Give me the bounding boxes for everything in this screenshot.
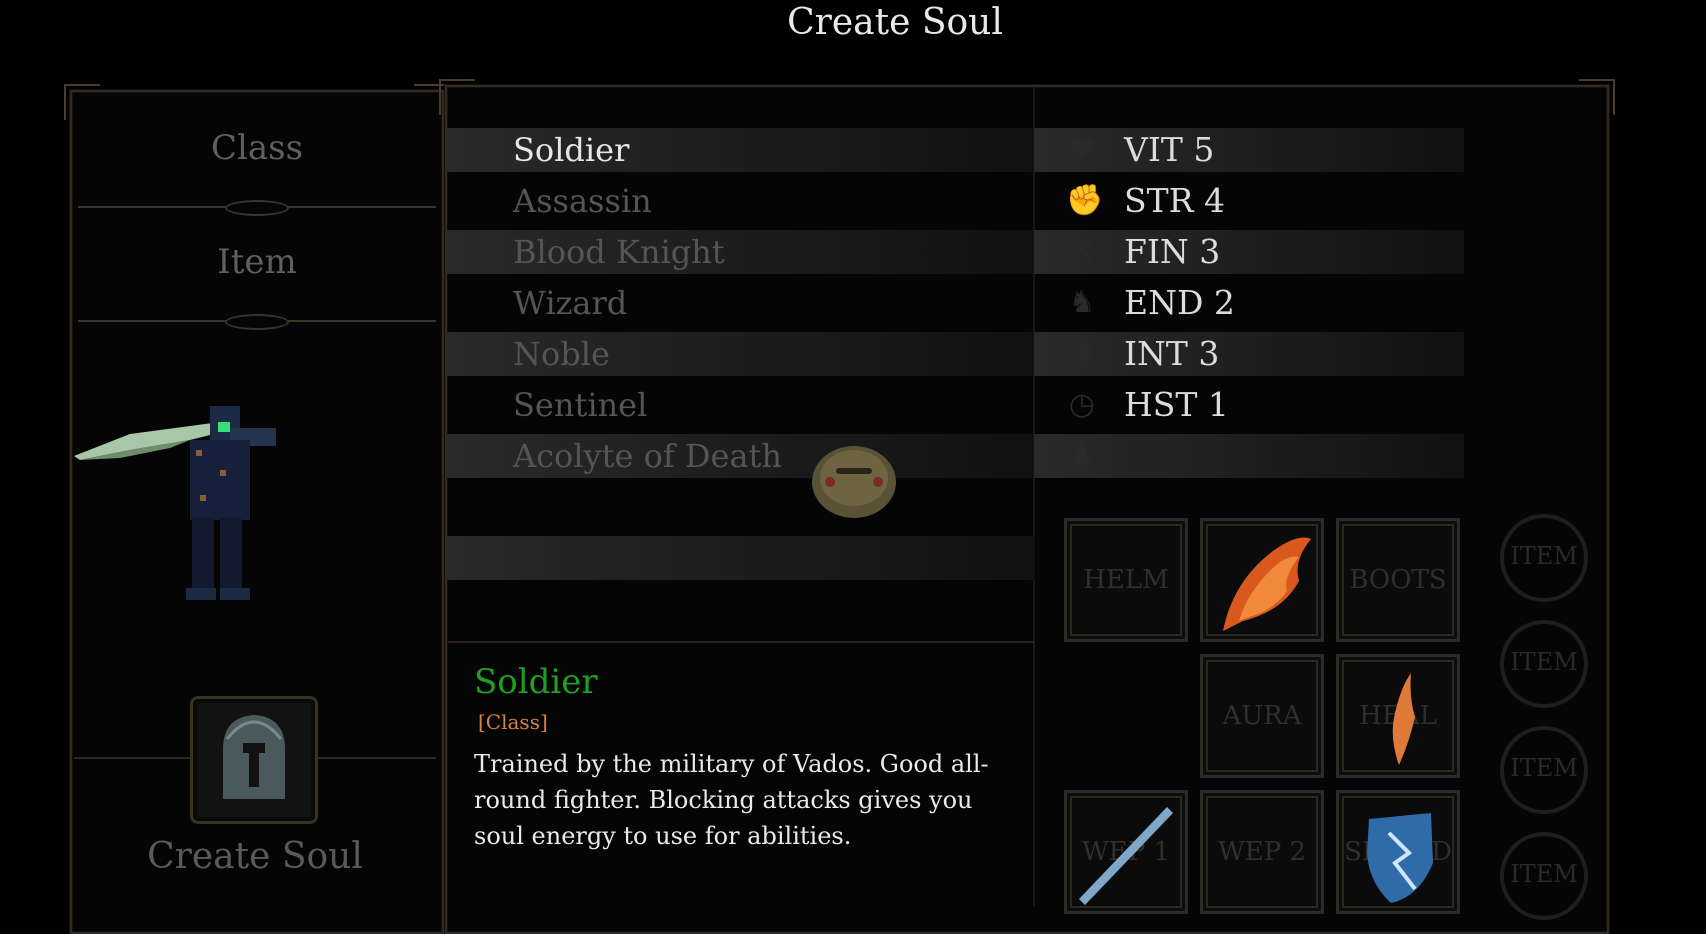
class-item-label: Wizard xyxy=(513,284,628,322)
tab-divider xyxy=(78,200,436,216)
class-description-name: Soldier xyxy=(474,662,598,702)
frame-corner-ornament xyxy=(1579,79,1615,115)
item-ring[interactable]: ITEM xyxy=(1500,620,1588,708)
shield-icon xyxy=(1367,813,1433,903)
slot-boots[interactable]: BOOTS xyxy=(1336,518,1460,642)
stat-str: ✊ STR 4 xyxy=(1066,181,1225,220)
class-list-empty-row xyxy=(445,536,1035,580)
create-soul-button[interactable] xyxy=(190,696,318,824)
class-item-label: Soldier xyxy=(513,131,630,169)
flame-cape-icon xyxy=(1223,537,1311,631)
create-soul-label[interactable]: Create Soul xyxy=(70,836,440,877)
class-list-empty-row xyxy=(445,485,1035,529)
stat-hst: ◷ HST 1 xyxy=(1034,383,1464,427)
class-item-acolyte-of-death[interactable]: Acolyte of Death xyxy=(445,434,1035,478)
class-description-text: Trained by the military of Vados. Good a… xyxy=(474,750,989,850)
class-item-wizard[interactable]: Wizard xyxy=(445,281,1035,325)
tab-class[interactable]: Class xyxy=(72,128,442,168)
slot-aura[interactable]: AURA xyxy=(1200,654,1324,778)
item-ring[interactable]: ITEM xyxy=(1500,514,1588,602)
stat-extra: ♟ xyxy=(1034,434,1464,478)
frame-corner-ornament xyxy=(64,84,100,120)
clock-icon: ◷ xyxy=(1068,387,1096,422)
fist-icon: ✊ xyxy=(1066,183,1104,218)
class-item-label: Blood Knight xyxy=(513,233,725,271)
item-ring[interactable]: ITEM xyxy=(1500,726,1588,814)
stat-int: ✺ INT 3 xyxy=(1034,332,1464,376)
tab-divider xyxy=(78,314,436,330)
class-item-assassin[interactable]: Assassin xyxy=(445,179,1035,223)
class-item-label: Acolyte of Death xyxy=(513,437,782,475)
class-item-sentinel[interactable]: Sentinel xyxy=(445,383,1035,427)
slot-heal[interactable]: HEAL xyxy=(1336,654,1460,778)
class-item-label: Assassin xyxy=(513,182,652,220)
sword-icon xyxy=(1079,807,1173,905)
character-preview xyxy=(74,406,276,600)
class-item-label: Noble xyxy=(513,335,610,373)
page-title: Create Soul xyxy=(787,2,1003,43)
stat-fin: ⚔ FIN 3 xyxy=(1034,230,1464,274)
figure-icon: ♟ xyxy=(1068,438,1096,473)
brain-icon: ✺ xyxy=(1069,336,1095,371)
class-item-label: Sentinel xyxy=(513,386,648,424)
slot-cape[interactable] xyxy=(1200,518,1324,642)
slot-shield[interactable]: SHIELD xyxy=(1336,790,1460,914)
class-item-blood-knight[interactable]: Blood Knight xyxy=(445,230,1035,274)
stat-vit: ♥ VIT 5 xyxy=(1034,128,1464,172)
blade-icon: ⚔ xyxy=(1068,234,1096,269)
slot-wep2[interactable]: WEP 2 xyxy=(1200,790,1324,914)
class-description-type: [Class] xyxy=(478,710,548,734)
slot-wep1[interactable]: WEP 1 xyxy=(1064,790,1188,914)
slot-helm[interactable]: HELM xyxy=(1064,518,1188,642)
helmet-icon xyxy=(223,715,285,799)
feather-icon xyxy=(1392,673,1415,765)
description-divider xyxy=(448,641,1034,643)
class-item-soldier[interactable]: Soldier xyxy=(445,128,1035,172)
leg-icon: ♞ xyxy=(1068,285,1096,320)
frame-corner-ornament xyxy=(439,79,475,115)
heart-icon: ♥ xyxy=(1068,132,1096,167)
class-item-noble[interactable]: Noble xyxy=(445,332,1035,376)
tab-item[interactable]: Item xyxy=(72,242,442,282)
stat-end: ♞ END 2 xyxy=(1034,281,1464,325)
mascot-icon xyxy=(812,446,896,518)
